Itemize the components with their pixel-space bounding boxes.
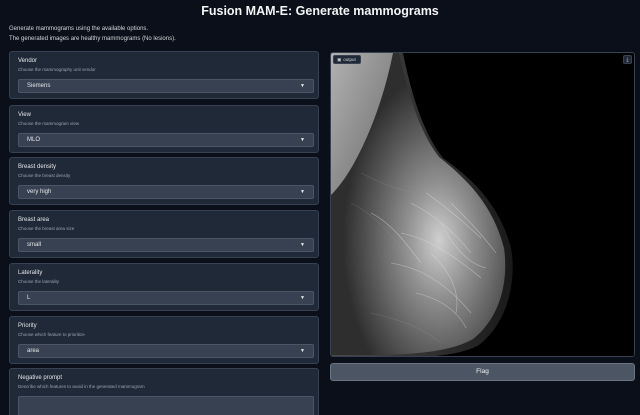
priority-card: Priority Choose which feature to priorit… [9, 316, 319, 364]
negative-prompt-card: Negative prompt Describe which features … [9, 368, 319, 415]
app-description: Generate mammograms using the available … [9, 26, 149, 32]
priority-dropdown[interactable]: area ▼ [18, 344, 314, 358]
output-image-panel: ▣ output ⤓ [330, 52, 635, 357]
breast-area-info: Choose the breast area size [18, 226, 75, 231]
vendor-dropdown[interactable]: Siemens ▼ [18, 79, 314, 93]
priority-value: area [27, 348, 40, 354]
output-label: output [343, 57, 356, 62]
view-value: MLO [27, 137, 41, 143]
chevron-down-icon: ▼ [300, 189, 305, 195]
chevron-down-icon: ▼ [300, 295, 305, 301]
negative-prompt-info: Describe which features to avoid in the … [18, 384, 145, 389]
vendor-value: Siemens [27, 83, 51, 89]
chevron-down-icon: ▼ [300, 83, 305, 89]
breast-area-dropdown[interactable]: small ▼ [18, 238, 314, 252]
chevron-down-icon: ▼ [300, 242, 305, 248]
vendor-label: Vendor [18, 58, 38, 64]
breast-density-value: very high [27, 189, 52, 195]
input-panel: Vendor Choose the mammography unit vendo… [9, 51, 319, 415]
laterality-info: Choose the laterality [18, 279, 60, 284]
download-icon[interactable]: ⤓ [623, 55, 632, 64]
breast-density-label: Breast density [18, 164, 57, 170]
breast-density-card: Breast density Choose the breast density… [9, 157, 319, 205]
image-icon: ▣ [337, 56, 342, 62]
view-dropdown[interactable]: MLO ▼ [18, 133, 314, 147]
breast-area-value: small [27, 242, 42, 248]
view-card: View Choose the mammogram view MLO ▼ [9, 105, 319, 153]
chevron-down-icon: ▼ [300, 348, 305, 354]
negative-prompt-input[interactable] [18, 396, 314, 415]
mammogram-image [331, 53, 634, 356]
chevron-down-icon: ▼ [300, 137, 305, 143]
breast-density-info: Choose the breast density [18, 173, 71, 178]
view-label: View [18, 112, 31, 118]
page-title: Fusion MAM-E: Generate mammograms [201, 4, 439, 18]
laterality-dropdown[interactable]: L ▼ [18, 291, 314, 305]
priority-label: Priority [18, 323, 37, 329]
laterality-card: Laterality Choose the laterality L ▼ [9, 263, 319, 311]
flag-button[interactable]: Flag [330, 363, 635, 381]
priority-info: Choose which feature to prioritize [18, 332, 85, 337]
breast-area-label: Breast area [18, 217, 50, 223]
vendor-info: Choose the mammography unit vendor [18, 67, 96, 72]
laterality-label: Laterality [18, 270, 43, 276]
view-info: Choose the mammogram view [18, 121, 80, 126]
vendor-card: Vendor Choose the mammography unit vendo… [9, 51, 319, 99]
output-label-tag: ▣ output [333, 55, 361, 64]
breast-area-card: Breast area Choose the breast area size … [9, 210, 319, 258]
breast-density-dropdown[interactable]: very high ▼ [18, 185, 314, 199]
app-note: The generated images are healthy mammogr… [9, 36, 176, 42]
laterality-value: L [27, 295, 31, 301]
negative-prompt-label: Negative prompt [18, 375, 63, 381]
